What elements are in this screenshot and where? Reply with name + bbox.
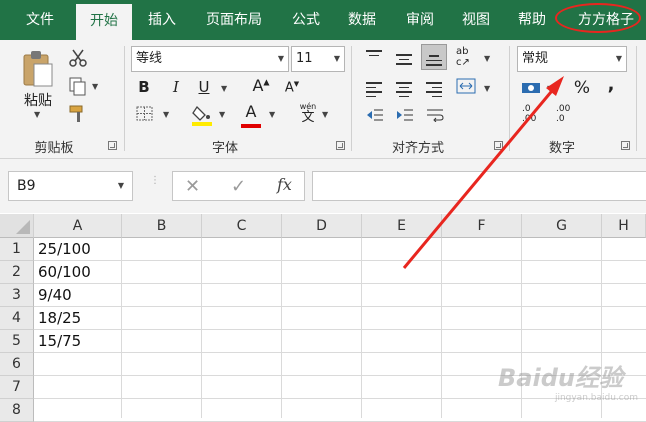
watermark: Baidu经验 jingyan.baidu.com — [498, 358, 644, 416]
watermark-text: Baidu经验 — [498, 364, 623, 392]
annotation-arrow — [402, 76, 564, 269]
watermark-sub: jingyan.baidu.com — [554, 393, 638, 403]
